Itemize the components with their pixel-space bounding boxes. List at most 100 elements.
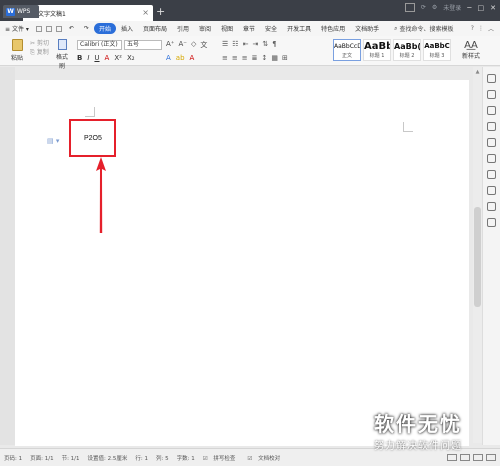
ribbon-home: 粘贴 ✂ 剪切 ⎘ 复制 格式刷 Calibri (正文) 五号 A⁺ A⁻ ◇… [0, 36, 500, 70]
help-circle-icon[interactable] [487, 218, 496, 227]
cut-button[interactable]: ✂ 剪切 [30, 39, 49, 48]
tab-doc-assistant[interactable]: 文档助手 [350, 24, 384, 33]
align-center-icon[interactable]: ≡ [232, 54, 238, 62]
text-effect-icon[interactable]: A [166, 54, 171, 62]
redo-icon[interactable]: ↷ [79, 25, 94, 32]
login-status[interactable]: 未登录 [443, 3, 461, 12]
copy-button[interactable]: ⎘ 复制 [30, 48, 49, 57]
superscript-icon[interactable]: X² [114, 54, 122, 62]
tab-review[interactable]: 审阅 [194, 24, 216, 33]
page-view-icon[interactable] [460, 454, 470, 461]
spell-check-label: 拼写检查 [213, 455, 236, 462]
style-tag-icon[interactable] [487, 106, 496, 115]
status-words[interactable]: 字数: 1 [173, 454, 199, 462]
help-button[interactable]: ? [471, 25, 474, 32]
highlight-color-icon[interactable]: ab [176, 54, 185, 62]
style-heading-1[interactable]: AaBb 标题 1 [363, 39, 391, 61]
clear-format-icon[interactable]: ◇ [191, 40, 196, 50]
sort-icon[interactable]: ⇅ [262, 40, 268, 48]
print-icon[interactable] [45, 25, 52, 32]
status-page[interactable]: 页码: 1 [0, 454, 26, 462]
paragraph-handle-icon[interactable]: ▤ ▾ [47, 137, 59, 145]
format-painter-button[interactable]: 格式刷 [54, 39, 70, 70]
tab-developer[interactable]: 开发工具 [282, 24, 316, 33]
pinyin-icon[interactable]: 文 [200, 40, 207, 50]
shapes-icon[interactable] [487, 122, 496, 131]
maximize-icon[interactable]: □ [478, 4, 485, 12]
font-color-icon[interactable]: A [190, 54, 195, 62]
minimize-icon[interactable]: ─ [467, 4, 471, 12]
undo-icon[interactable]: ↶ [64, 25, 79, 32]
increase-indent-icon[interactable]: ⇥ [252, 40, 258, 48]
underline-button[interactable]: U [94, 54, 99, 62]
italic-button[interactable]: I [87, 54, 89, 62]
numbering-icon[interactable]: ☷ [232, 40, 238, 48]
right-tool-panel [482, 67, 500, 445]
star-icon[interactable] [487, 154, 496, 163]
style-heading-2-sample: AaBb( [394, 42, 421, 51]
style-heading-3[interactable]: AaBbC 标题 3 [423, 39, 451, 61]
shrink-font-icon[interactable]: A⁻ [178, 40, 186, 50]
borders-icon[interactable]: ⊞ [282, 54, 288, 62]
strikethrough-icon[interactable]: A [105, 54, 110, 62]
tab-references[interactable]: 引用 [172, 24, 194, 33]
preview-icon[interactable] [55, 25, 62, 32]
proofread-button[interactable]: ☑ 文档校对 [243, 454, 288, 462]
tab-home[interactable]: 开始 [93, 23, 116, 34]
share-icon[interactable] [487, 170, 496, 179]
new-style-button[interactable]: A͟A 新样式 [460, 40, 482, 60]
decrease-indent-icon[interactable]: ⇤ [243, 40, 249, 48]
collapse-ribbon-icon[interactable]: ︿ [488, 24, 494, 33]
show-marks-icon[interactable]: ¶ [272, 40, 276, 48]
style-normal[interactable]: AaBbCcDd 正文 [333, 39, 361, 61]
proofread-label: 文档校对 [258, 455, 281, 462]
shading-icon[interactable]: ▦ [271, 54, 278, 62]
paste-button[interactable]: 粘贴 [8, 39, 26, 62]
command-search-label: 查找命令、搜索模板 [399, 26, 454, 33]
file-menu[interactable]: ≡ 文件 ▾ [0, 24, 34, 33]
wps-home-tab[interactable]: W WPS [3, 5, 39, 18]
scroll-thumb[interactable] [474, 207, 481, 307]
settings-icon[interactable]: ⚙ [432, 4, 437, 11]
command-search[interactable]: ⌕ 查找命令、搜索模板 [394, 24, 454, 34]
spell-check-button[interactable]: ☑ 拼写检查 [199, 454, 244, 462]
grow-font-icon[interactable]: A⁺ [166, 40, 174, 50]
font-size-select[interactable]: 五号 [124, 40, 162, 50]
bullets-icon[interactable]: ☰ [222, 40, 228, 48]
web-view-icon[interactable] [486, 454, 496, 461]
subscript-icon[interactable]: X₂ [127, 54, 135, 62]
scroll-up-icon[interactable]: ▲ [474, 69, 481, 75]
view-controls [447, 454, 500, 461]
style-heading-2[interactable]: AaBb( 标题 2 [393, 39, 421, 61]
close-tab-icon[interactable]: × [142, 8, 149, 17]
select-cursor-icon[interactable] [487, 90, 496, 99]
align-left-icon[interactable]: ≡ [222, 54, 228, 62]
tab-special[interactable]: 特色应用 [316, 24, 350, 33]
tab-insert[interactable]: 插入 [116, 24, 138, 33]
tab-security[interactable]: 安全 [260, 24, 282, 33]
outline-view-icon[interactable] [473, 454, 483, 461]
document-tab-label: 文字文稿1 [38, 10, 66, 18]
line-spacing-icon[interactable]: ↕ [262, 54, 268, 62]
align-right-icon[interactable]: ≡ [242, 54, 248, 62]
font-name-select[interactable]: Calibri (正文) [77, 40, 122, 50]
image-icon[interactable] [487, 186, 496, 195]
wps-writer-window: 文字文稿1 × W WPS + ⟳ ⚙ 未登录 ─ □ ✕ ≡ 文件 ▾ ↶ ↷… [0, 0, 500, 466]
tab-page-layout[interactable]: 页面布局 [138, 24, 172, 33]
tab-view[interactable]: 视图 [216, 24, 238, 33]
reading-view-icon[interactable] [447, 454, 457, 461]
tab-section[interactable]: 章节 [238, 24, 260, 33]
more-icon[interactable]: ⋮ [478, 25, 484, 32]
save-icon[interactable] [35, 25, 42, 32]
document-library-icon[interactable] [487, 138, 496, 147]
new-tab-button[interactable]: + [156, 5, 165, 18]
justify-icon[interactable]: ≣ [252, 54, 258, 62]
edit-pen-icon[interactable] [487, 74, 496, 83]
document-tab[interactable]: 文字文稿1 × [23, 5, 153, 21]
skin-icon[interactable] [404, 3, 415, 12]
close-window-icon[interactable]: ✕ [490, 4, 496, 12]
sync-icon[interactable]: ⟳ [421, 4, 426, 11]
bold-button[interactable]: B [77, 54, 82, 62]
vertical-scrollbar[interactable]: ▲ [473, 67, 482, 443]
backup-icon[interactable] [487, 202, 496, 211]
